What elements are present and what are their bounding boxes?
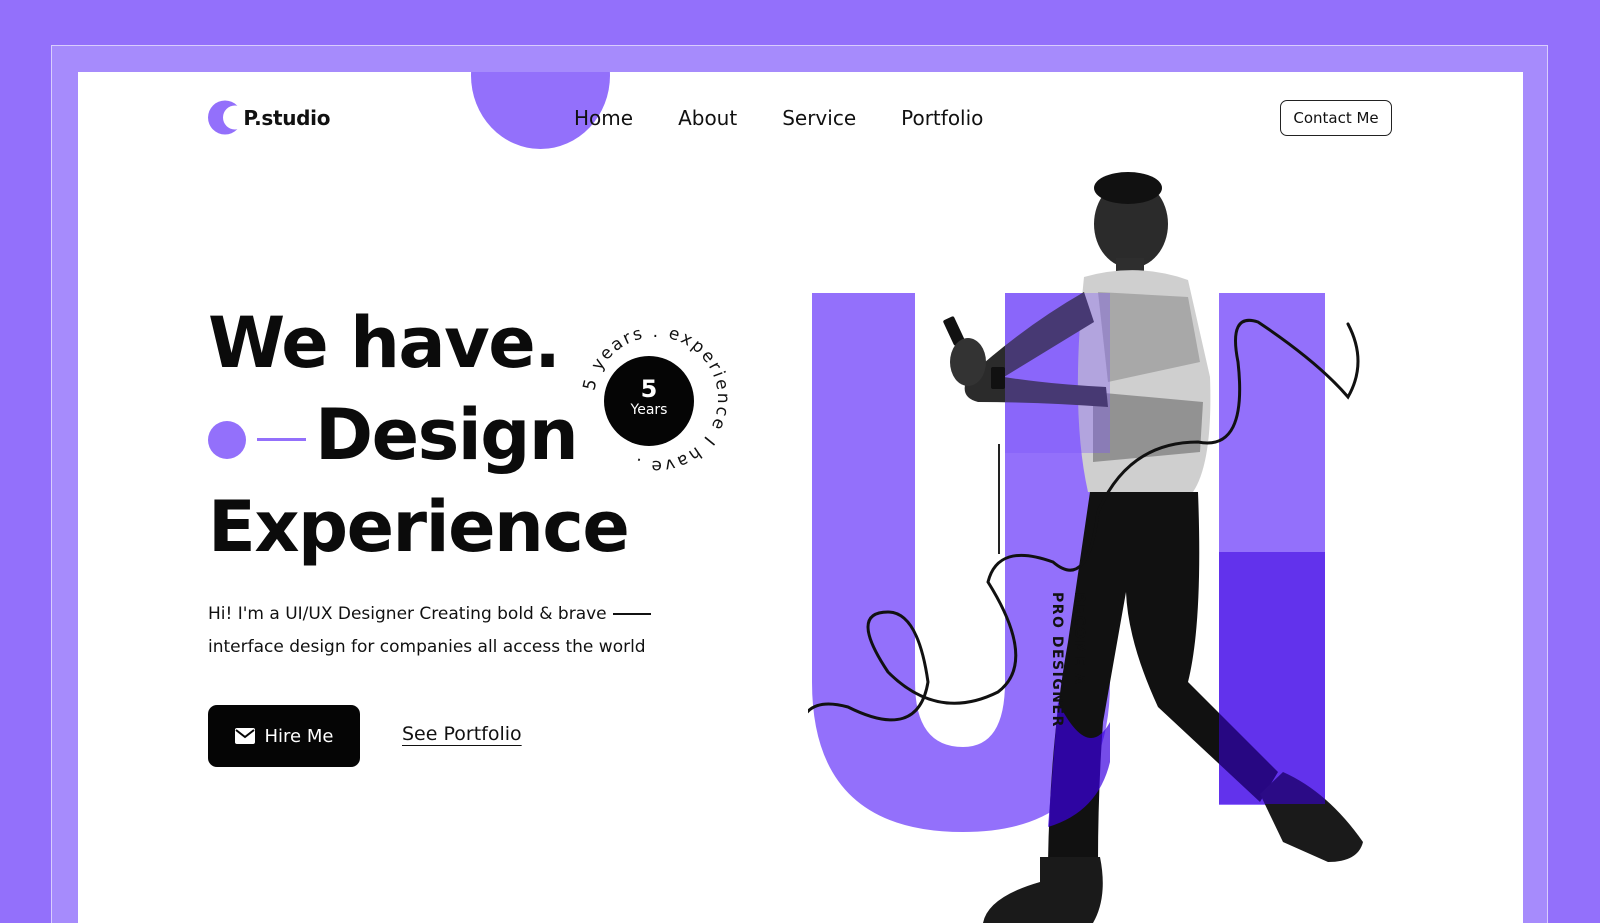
headline-line-1: We have. bbox=[208, 302, 561, 384]
vertical-text-line-1: BECOME A bbox=[1071, 592, 1087, 686]
accent-dot bbox=[208, 421, 246, 459]
headline-line-3: Experience bbox=[208, 486, 630, 568]
intro-text: Hi! I'm a UI/UX Designer Creating bold &… bbox=[208, 598, 678, 664]
badge-number: 5 bbox=[640, 375, 658, 403]
experience-badge: 5 Years bbox=[604, 356, 694, 446]
intro-line-2: interface design for companies all acces… bbox=[208, 637, 646, 657]
logo-text: CP.studio bbox=[229, 105, 331, 130]
nav-item-service[interactable]: Service bbox=[782, 106, 856, 130]
accent-line bbox=[257, 438, 306, 441]
headline-line-2: Design bbox=[315, 394, 579, 476]
mail-icon bbox=[234, 728, 255, 744]
vertical-text-line-2: PRO DESIGNER bbox=[1049, 592, 1065, 728]
intro-line-1: Hi! I'm a UI/UX Designer Creating bold &… bbox=[208, 604, 607, 624]
vertical-rule bbox=[998, 444, 1000, 554]
logo[interactable]: CP.studio bbox=[208, 99, 330, 136]
main-nav: Home About Service Portfolio bbox=[574, 106, 983, 130]
nav-item-portfolio[interactable]: Portfolio bbox=[901, 106, 983, 130]
become-pro-designer-text: BECOME A PRO DESIGNER bbox=[940, 592, 1090, 728]
nav-item-about[interactable]: About bbox=[678, 106, 737, 130]
contact-button[interactable]: Contact Me bbox=[1280, 100, 1392, 136]
see-portfolio-link[interactable]: See Portfolio bbox=[402, 723, 522, 745]
hire-me-label: Hire Me bbox=[264, 725, 334, 747]
nav-item-home[interactable]: Home bbox=[574, 106, 633, 130]
landing-page: CP.studio Home About Service Portfolio C… bbox=[78, 72, 1523, 923]
hero-illustration bbox=[808, 172, 1363, 923]
badge-label: Years bbox=[630, 402, 668, 418]
hire-me-button[interactable]: Hire Me bbox=[208, 705, 360, 767]
intro-dash bbox=[612, 613, 651, 615]
logo-crescent-icon bbox=[208, 100, 243, 135]
